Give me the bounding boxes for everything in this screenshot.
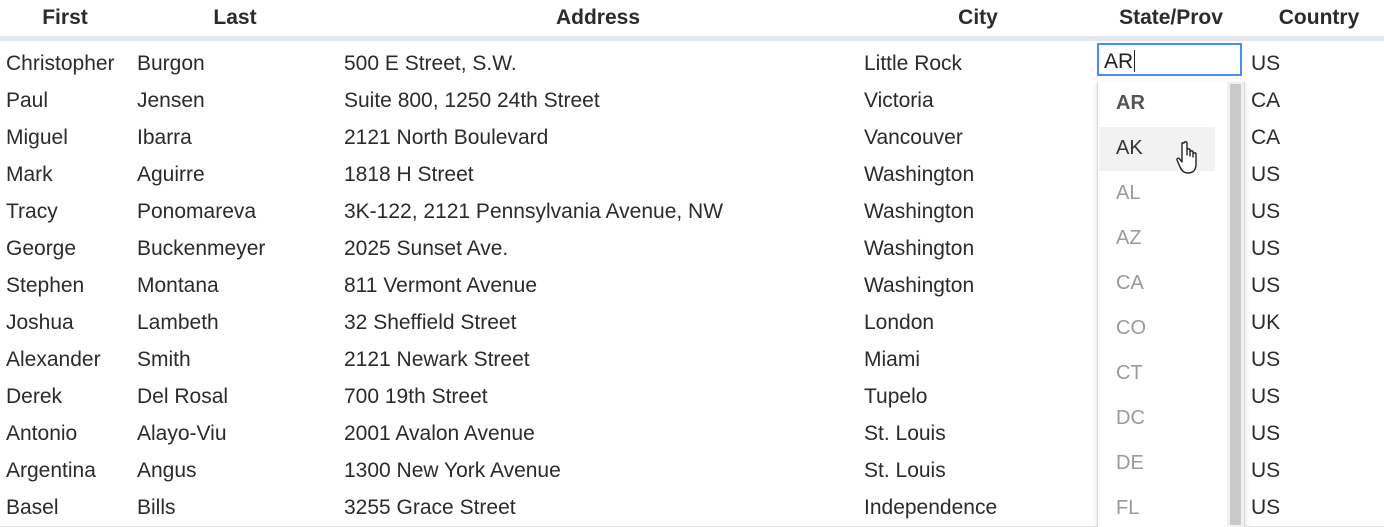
cell-first[interactable]: Antonio xyxy=(6,422,77,446)
cell-first[interactable]: Christopher xyxy=(6,52,115,76)
cell-country[interactable]: CA xyxy=(1251,126,1280,150)
cell-address[interactable]: 2121 Newark Street xyxy=(344,348,530,372)
cell-city[interactable]: Tupelo xyxy=(864,385,927,409)
dropdown-scrollbar[interactable] xyxy=(1227,82,1244,527)
cell-last[interactable]: Ponomareva xyxy=(137,200,256,224)
cell-country[interactable]: CA xyxy=(1251,89,1280,113)
cell-city[interactable]: Washington xyxy=(864,274,974,298)
cell-first[interactable]: Basel xyxy=(6,496,59,520)
cell-first[interactable]: Derek xyxy=(6,385,62,409)
cell-first[interactable]: Alexander xyxy=(6,348,101,372)
cell-city[interactable]: London xyxy=(864,311,934,335)
cell-country[interactable]: US xyxy=(1251,52,1280,76)
cell-first[interactable]: Joshua xyxy=(6,311,74,335)
cell-address[interactable]: 2025 Sunset Ave. xyxy=(344,237,508,261)
cell-city[interactable]: Little Rock xyxy=(864,52,962,76)
cell-country[interactable]: US xyxy=(1251,200,1280,224)
state-option-ar[interactable]: AR xyxy=(1099,82,1215,126)
cell-last[interactable]: Jensen xyxy=(137,89,205,113)
cell-first[interactable]: Paul xyxy=(6,89,48,113)
cell-country[interactable]: UK xyxy=(1251,311,1280,335)
column-header-first[interactable]: First xyxy=(22,6,108,30)
cell-first[interactable]: Miguel xyxy=(6,126,68,150)
state-option-ct[interactable]: CT xyxy=(1099,352,1215,396)
state-input-value: AR xyxy=(1104,50,1134,73)
cell-address[interactable]: 811 Vermont Avenue xyxy=(344,274,537,298)
cell-city[interactable]: Independence xyxy=(864,496,997,520)
cell-last[interactable]: Montana xyxy=(137,274,219,298)
state-option-fl[interactable]: FL xyxy=(1099,487,1215,527)
cell-address[interactable]: Suite 800, 1250 24th Street xyxy=(344,89,600,113)
cell-last[interactable]: Smith xyxy=(137,348,191,372)
cell-country[interactable]: US xyxy=(1251,274,1280,298)
cell-country[interactable]: US xyxy=(1251,163,1280,187)
column-header-last[interactable]: Last xyxy=(180,6,290,30)
cell-country[interactable]: US xyxy=(1251,237,1280,261)
cell-last[interactable]: Lambeth xyxy=(137,311,219,335)
cell-address[interactable]: 1818 H Street xyxy=(344,163,474,187)
cell-city[interactable]: St. Louis xyxy=(864,422,946,446)
cell-last[interactable]: Aguirre xyxy=(137,163,205,187)
cell-last[interactable]: Bills xyxy=(137,496,176,520)
scrollbar-thumb[interactable] xyxy=(1230,84,1241,525)
cell-country[interactable]: US xyxy=(1251,422,1280,446)
cell-address[interactable]: 1300 New York Avenue xyxy=(344,459,561,483)
text-caret xyxy=(1134,50,1136,72)
cell-address[interactable]: 2121 North Boulevard xyxy=(344,126,548,150)
state-option-al[interactable]: AL xyxy=(1099,172,1215,216)
cell-country[interactable]: US xyxy=(1251,496,1280,520)
column-header-city[interactable]: City xyxy=(928,6,1028,30)
cell-first[interactable]: Stephen xyxy=(6,274,84,298)
hand-pointer-icon xyxy=(1176,141,1197,174)
state-dropdown[interactable]: AR AK AL AZ CA CO CT DC DE FL xyxy=(1097,82,1245,527)
cell-last[interactable]: Buckenmeyer xyxy=(137,237,265,261)
cell-address[interactable]: 700 19th Street xyxy=(344,385,488,409)
cell-last[interactable]: Burgon xyxy=(137,52,205,76)
cell-address[interactable]: 2001 Avalon Avenue xyxy=(344,422,535,446)
cell-address[interactable]: 32 Sheffield Street xyxy=(344,311,516,335)
cell-city[interactable]: Washington xyxy=(864,237,974,261)
cell-country[interactable]: US xyxy=(1251,459,1280,483)
state-option-de[interactable]: DE xyxy=(1099,442,1215,486)
cell-city[interactable]: St. Louis xyxy=(864,459,946,483)
state-option-az[interactable]: AZ xyxy=(1099,217,1215,261)
cell-city[interactable]: Victoria xyxy=(864,89,934,113)
cell-last[interactable]: Alayo-Viu xyxy=(137,422,227,446)
state-option-ca[interactable]: CA xyxy=(1099,262,1215,306)
cell-address[interactable]: 500 E Street, S.W. xyxy=(344,52,517,76)
cell-last[interactable]: Angus xyxy=(137,459,197,483)
cell-country[interactable]: US xyxy=(1251,348,1280,372)
column-header-address[interactable]: Address xyxy=(500,6,696,30)
cell-country[interactable]: US xyxy=(1251,385,1280,409)
cell-first[interactable]: Tracy xyxy=(6,200,58,224)
table-header: First Last Address City State/Prov Count… xyxy=(0,0,1384,41)
cell-first[interactable]: George xyxy=(6,237,76,261)
cell-city[interactable]: Miami xyxy=(864,348,920,372)
cell-city[interactable]: Washington xyxy=(864,163,974,187)
cell-first[interactable]: Argentina xyxy=(6,459,96,483)
column-header-state[interactable]: State/Prov xyxy=(1103,6,1239,30)
cell-city[interactable]: Washington xyxy=(864,200,974,224)
cell-address[interactable]: 3255 Grace Street xyxy=(344,496,516,520)
cell-last[interactable]: Ibarra xyxy=(137,126,192,150)
cell-city[interactable]: Vancouver xyxy=(864,126,963,150)
column-header-country[interactable]: Country xyxy=(1270,6,1368,30)
state-option-dc[interactable]: DC xyxy=(1099,397,1215,441)
state-input[interactable]: AR xyxy=(1097,43,1242,76)
cell-first[interactable]: Mark xyxy=(6,163,53,187)
state-option-co[interactable]: CO xyxy=(1099,307,1215,351)
cell-last[interactable]: Del Rosal xyxy=(137,385,228,409)
cell-address[interactable]: 3K-122, 2121 Pennsylvania Avenue, NW xyxy=(344,200,723,224)
